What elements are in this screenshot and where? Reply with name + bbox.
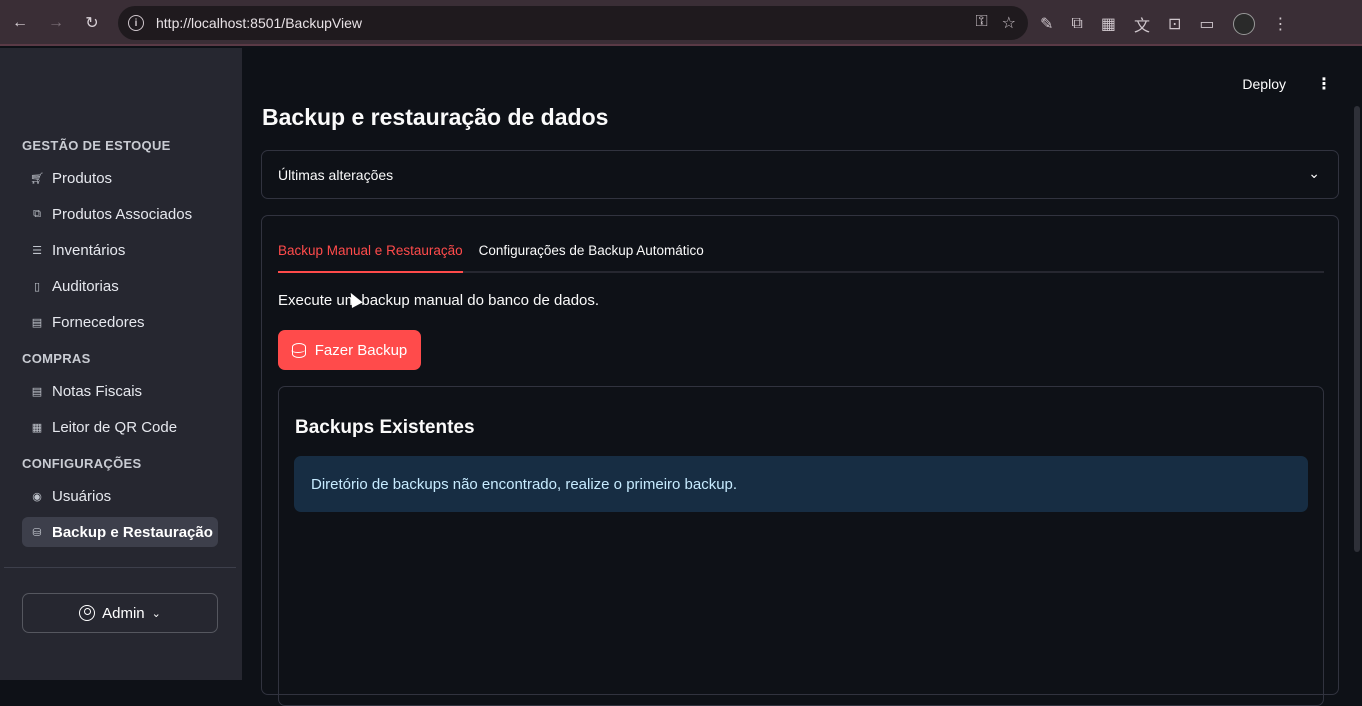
section-title-compras: COMPRAS (22, 351, 91, 366)
sidebar-item-label: Produtos Associados (52, 205, 193, 223)
qr-icon[interactable]: ▦ (1101, 14, 1116, 34)
sidebar-item-label: Usuários (52, 487, 112, 505)
sidebar-item-backup[interactable]: ⛁ Backup e Restauração (22, 517, 218, 547)
existing-backups-title: Backups Existentes (295, 417, 475, 438)
sidebar-item-label: Produtos (52, 169, 113, 187)
info-alert-text: Diretório de backups não encontrado, rea… (311, 475, 738, 493)
bookmark-star-icon[interactable]: ☆ (1002, 13, 1016, 33)
user-circle-icon (79, 605, 96, 621)
reload-icon[interactable]: ↻ (78, 9, 106, 37)
site-info-icon[interactable]: i (128, 15, 144, 31)
main-content: Deploy ⋮ Backup e restauração de dados Ú… (242, 48, 1362, 706)
database-icon: ⛁ (32, 526, 42, 539)
chevron-down-icon: ⌄ (151, 607, 161, 620)
user-menu-label: Admin (102, 604, 145, 622)
sidebar-divider (4, 567, 236, 568)
existing-backups-container: Backups Existentes Diretório de backups … (278, 386, 1324, 706)
sidebar-item-produtos-associados[interactable]: ⧉ Produtos Associados (22, 199, 218, 229)
library-icon: ⧉ (33, 207, 41, 220)
profile-avatar[interactable] (1232, 13, 1255, 35)
tab-backup-manual[interactable]: Backup Manual e Restauração (278, 240, 463, 273)
chevron-down-icon: ⌄ (1308, 165, 1320, 181)
sidebar: GESTÃO DE ESTOQUE 🛒︎ Produtos ⧉ Produtos… (0, 48, 242, 680)
store-icon: ▤ (31, 316, 43, 329)
expander-label: Últimas alterações (278, 166, 394, 183)
backup-description: Execute um backup manual do banco de dad… (278, 292, 600, 309)
url-text[interactable]: http://localhost:8501/BackupView (156, 15, 362, 31)
receipt-icon: ▤ (31, 385, 43, 398)
back-icon[interactable]: ← (6, 9, 34, 37)
sidebar-item-leitor-qr[interactable]: ▦ Leitor de QR Code (22, 412, 218, 442)
make-backup-label: Fazer Backup (314, 341, 408, 359)
cart-icon: 🛒︎ (30, 172, 44, 185)
section-title-estoque: GESTÃO DE ESTOQUE (22, 138, 171, 153)
sidebar-item-label: Fornecedores (52, 313, 145, 331)
main-scrollbar[interactable] (1354, 106, 1360, 552)
user-circle-icon: ◉ (32, 490, 42, 503)
menu-kebab-icon[interactable]: ⋮ (1273, 14, 1289, 34)
forward-icon[interactable]: → (42, 9, 70, 37)
info-alert: Diretório de backups não encontrado, rea… (294, 456, 1308, 512)
make-backup-button[interactable]: Fazer Backup (278, 330, 421, 370)
sidebar-item-label: Inventários (52, 241, 126, 259)
address-bar[interactable]: i http://localhost:8501/BackupView ⚿ ☆ (118, 6, 1028, 40)
app-menu-icon[interactable]: ⋮ (1316, 74, 1332, 94)
sidebar-item-label: Leitor de QR Code (52, 418, 178, 436)
sidebar-item-produtos[interactable]: 🛒︎ Produtos (22, 163, 218, 193)
tab-bar: Backup Manual e Restauração Configuraçõe… (278, 240, 1324, 273)
sidebar-item-inventarios[interactable]: ☰ Inventários (22, 235, 218, 265)
sidebar-item-usuarios[interactable]: ◉ Usuários (22, 481, 218, 511)
section-title-configuracoes: CONFIGURAÇÕES (22, 456, 142, 471)
page-title: Backup e restauração de dados (262, 104, 609, 130)
sidebar-item-label: Auditorias (52, 277, 119, 295)
devices-icon[interactable]: ▭ (1199, 14, 1214, 34)
database-icon (291, 342, 306, 358)
backup-panel: Backup Manual e Restauração Configuraçõe… (261, 215, 1339, 706)
user-menu-button[interactable]: Admin ⌄ (22, 593, 218, 633)
translate-icon[interactable]: 文 (1134, 12, 1150, 36)
sidebar-item-fornecedores[interactable]: ▤ Fornecedores (22, 307, 218, 337)
screenshot-icon[interactable]: ⊡ (1168, 14, 1181, 34)
sidebar-item-notas-fiscais[interactable]: ▤ Notas Fiscais (22, 376, 218, 406)
eyedropper-icon[interactable]: ✎ (1040, 14, 1053, 34)
extensions-icon[interactable]: ⧉ (1071, 15, 1082, 33)
sidebar-item-label: Backup e Restauração (52, 523, 213, 541)
file-icon: ▯ (33, 280, 41, 293)
tab-backup-automatico[interactable]: Configurações de Backup Automático (479, 240, 704, 273)
sidebar-item-auditorias[interactable]: ▯ Auditorias (22, 271, 218, 301)
key-icon[interactable]: ⚿ (975, 13, 987, 33)
changes-expander[interactable]: Últimas alterações ⌄ (261, 150, 1339, 199)
sidebar-item-label: Notas Fiscais (52, 382, 143, 400)
qr-code-icon: ▦ (31, 421, 43, 434)
list-icon: ☰ (32, 244, 42, 257)
browser-toolbar: ← → ↻ i http://localhost:8501/BackupView… (0, 0, 1362, 46)
deploy-button[interactable]: Deploy (1242, 76, 1286, 92)
